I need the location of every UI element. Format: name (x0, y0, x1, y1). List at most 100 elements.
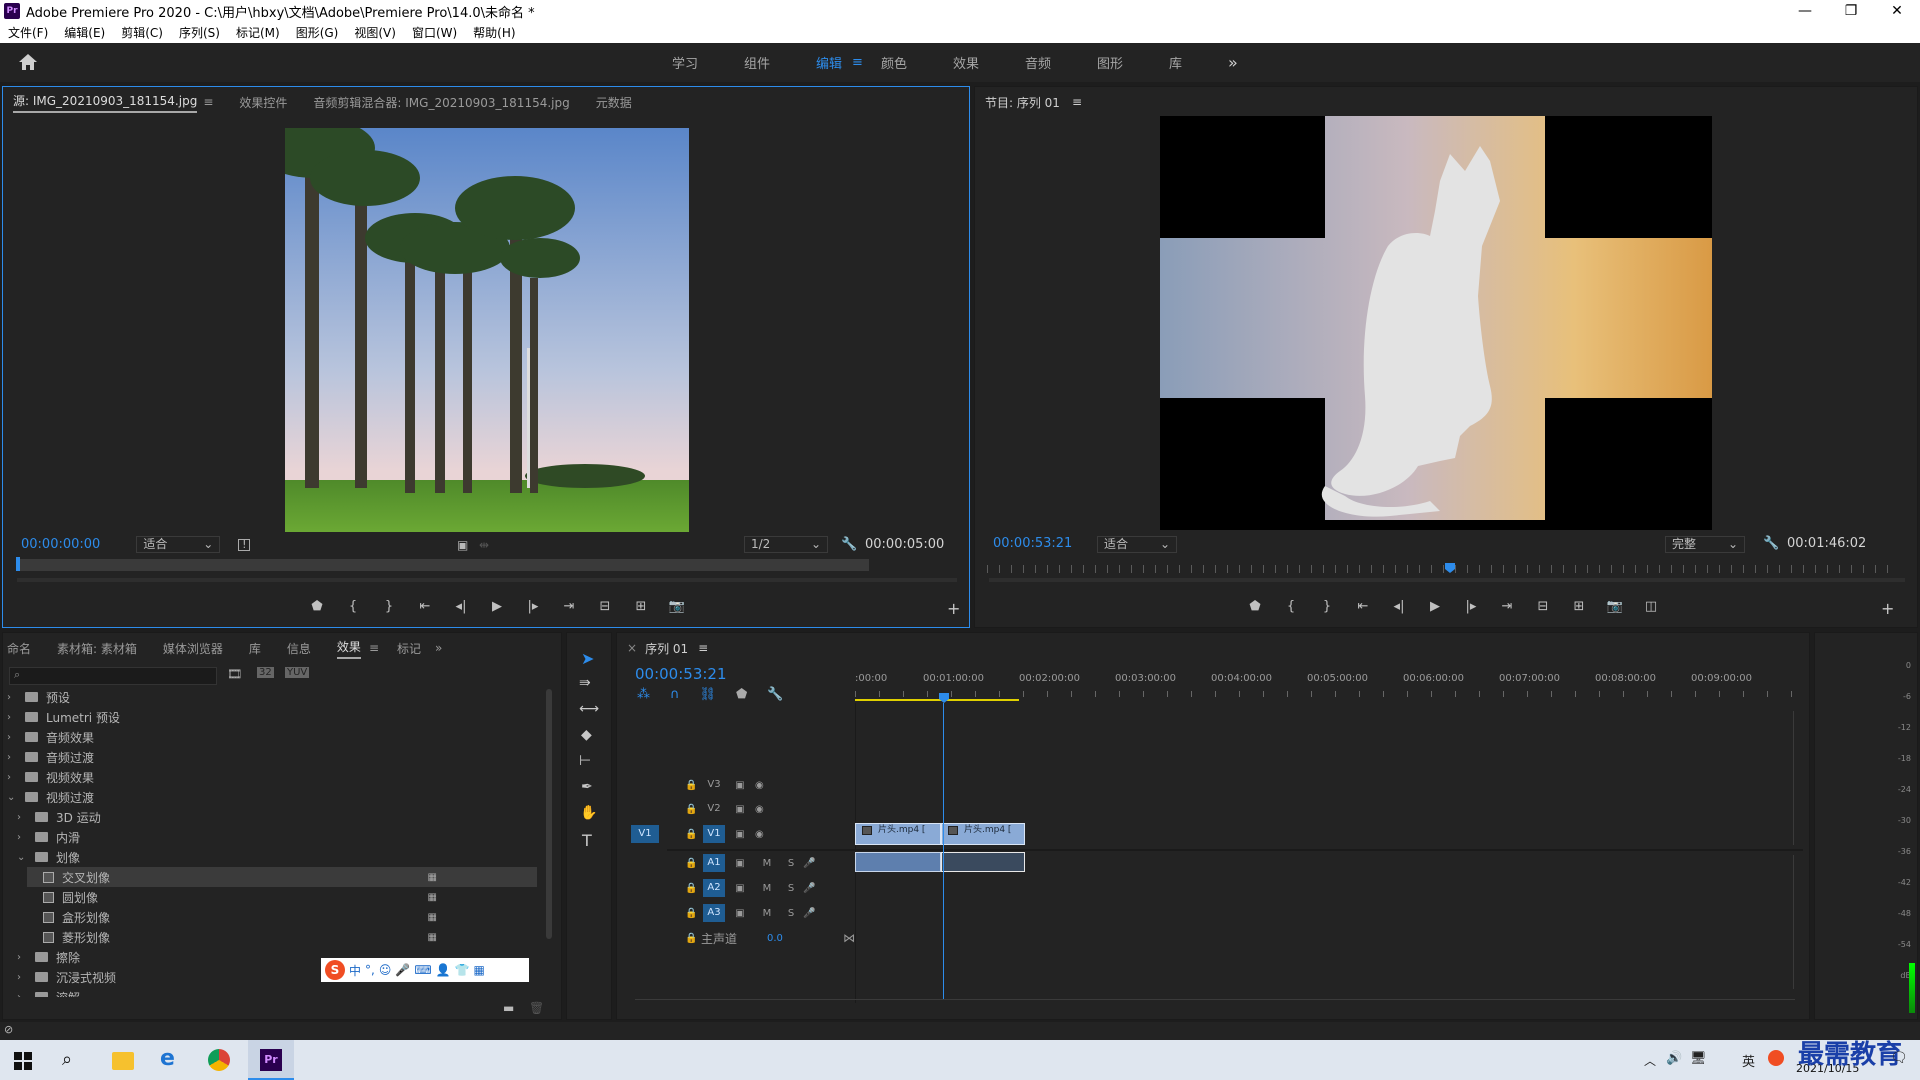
windows-start-icon[interactable] (14, 1052, 32, 1070)
ime-skin-icon[interactable]: 👕 (455, 963, 470, 977)
timeline-timecode[interactable]: 00:00:53:21 (635, 665, 727, 683)
chevron-down-icon[interactable]: ⌄ (17, 852, 29, 863)
tab-libraries[interactable]: 库 (249, 640, 261, 657)
delete-icon[interactable]: 🗑 (529, 1001, 544, 1015)
sync-icon[interactable]: ⇹ (479, 538, 489, 552)
source-zoom-dropdown[interactable]: 适合 ⌄ (136, 536, 221, 553)
file-explorer-icon[interactable] (112, 1052, 134, 1070)
notification-icon[interactable]: 🗨 (1890, 1050, 1908, 1066)
32bit-effects-icon[interactable]: 32 (257, 667, 274, 678)
tab-bin[interactable]: 素材箱: 素材箱 (57, 640, 137, 657)
ripple-edit-tool-icon[interactable]: ⟷ (579, 701, 599, 717)
program-zoom-dropdown[interactable]: 适合 ⌄ (1097, 536, 1177, 553)
effects-tree-item[interactable]: › 音频过渡 (7, 747, 537, 767)
yuv-effects-icon[interactable]: YUV (285, 667, 310, 678)
workspace-audio[interactable]: 音频 (1025, 53, 1051, 72)
tab-effects[interactable]: 效果 (336, 638, 361, 659)
effects-tree-item[interactable]: › 视频效果 (7, 767, 537, 787)
effects-tree-item[interactable]: 菱形划像 ▦ (27, 927, 537, 947)
program-go-to-out-icon[interactable]: ⇥ (1489, 599, 1525, 614)
clip-v1-1[interactable]: 片头.mp4 [ (855, 823, 941, 845)
play-icon[interactable]: ▶ (479, 599, 515, 614)
sync-lock-icon[interactable]: ▣ (725, 858, 755, 869)
mute-button[interactable]: M (755, 908, 779, 919)
clip-a1-1[interactable] (855, 852, 941, 872)
export-frame-icon[interactable]: 📷 (659, 599, 695, 614)
ime-keyboard-icon[interactable]: ⌨ (414, 963, 431, 977)
effects-tree-item[interactable]: › 音频效果 (7, 727, 537, 747)
lift-icon[interactable]: ⊟ (1525, 599, 1561, 614)
program-go-to-in-icon[interactable]: ⇤ (1345, 599, 1381, 614)
program-quality-dropdown[interactable]: 完整 ⌄ (1665, 536, 1745, 553)
insert-icon[interactable]: ⊟ (587, 599, 623, 614)
source-playhead[interactable] (16, 557, 20, 571)
track-select-tool-icon[interactable]: ⇛ (579, 675, 591, 691)
tab-media-browser[interactable]: 媒体浏览器 (163, 640, 223, 657)
ime-chinese-mode[interactable]: 中 (349, 962, 361, 979)
safe-margins-icon[interactable]: ! (238, 538, 251, 551)
tray-chevron-icon[interactable]: ︿ (1644, 1052, 1656, 1069)
tab-source[interactable]: 源: IMG_20210903_181154.jpg (13, 92, 198, 113)
source-timecode[interactable]: 00:00:00:00 (21, 537, 100, 552)
mute-button[interactable]: M (755, 858, 779, 869)
chevron-right-icon[interactable]: › (7, 772, 19, 783)
menu-clip[interactable]: 剪辑(C) (113, 24, 171, 41)
master-volume[interactable]: 0.0 (767, 933, 807, 944)
workspace-editing[interactable]: 编辑 (816, 53, 842, 72)
compare-view-icon[interactable]: ◫ (1633, 599, 1669, 614)
voice-over-icon[interactable]: 🎤 (803, 908, 823, 919)
frame-icon[interactable]: ▣ (457, 538, 468, 552)
timeline-v-scrollbar-audio[interactable] (1793, 855, 1799, 989)
minimize-button[interactable]: — (1782, 0, 1828, 22)
chevron-right-icon[interactable]: › (17, 952, 29, 963)
ime-punct-icon[interactable]: °, (365, 963, 375, 977)
status-icon[interactable]: ⊘ (4, 1023, 13, 1036)
linked-selection-icon[interactable]: ⛓ (700, 687, 717, 702)
effects-tree-item[interactable]: ⌄ 视频过渡 (7, 787, 537, 807)
track-label-v3[interactable]: V3 (703, 776, 725, 794)
master-menu-icon[interactable]: ⋈ (843, 931, 855, 945)
effects-tree-item[interactable]: 盒形划像 ▦ (27, 907, 537, 927)
close-sequence-icon[interactable]: × (627, 641, 637, 655)
ime-toolbox-icon[interactable]: ▦ (474, 963, 485, 977)
sync-lock-icon[interactable]: ▣ (725, 908, 755, 919)
overwrite-icon[interactable]: ⊞ (623, 599, 659, 614)
workspace-menu-icon[interactable]: ≡ (852, 55, 863, 70)
chevron-right-icon[interactable]: › (17, 972, 29, 983)
program-zoom-scroll[interactable] (989, 578, 1905, 582)
program-tab-menu-icon[interactable]: ≡ (1072, 95, 1082, 109)
workspace-assembly[interactable]: 组件 (744, 53, 770, 72)
settings-wrench-icon[interactable]: 🔧 (841, 537, 857, 552)
program-mark-out-icon[interactable]: } (1309, 599, 1345, 614)
source-scrub-bar[interactable] (17, 559, 869, 571)
work-area-bar[interactable] (855, 699, 1019, 701)
menu-sequence[interactable]: 序列(S) (171, 24, 228, 41)
effects-tree-item[interactable]: › 预设 (7, 687, 537, 707)
program-ruler[interactable] (987, 565, 1899, 573)
home-icon[interactable] (18, 53, 38, 71)
sync-lock-icon[interactable]: ▣ (725, 883, 755, 894)
ime-user-icon[interactable]: 👤 (436, 963, 451, 977)
track-label-v1[interactable]: V1 (703, 825, 725, 843)
button-editor-icon[interactable]: + (947, 599, 960, 618)
lock-icon[interactable]: 🔒 (685, 804, 703, 815)
chrome-icon[interactable] (208, 1049, 230, 1071)
timeline-v-scrollbar-video[interactable] (1793, 711, 1799, 845)
add-marker-icon[interactable]: ⬟ (299, 599, 335, 614)
sync-lock-icon[interactable]: ▣ (725, 804, 755, 815)
program-timecode[interactable]: 00:00:53:21 (993, 536, 1072, 551)
source-resolution-dropdown[interactable]: 1/2 ⌄ (744, 536, 828, 553)
step-forward-icon[interactable]: |▸ (515, 599, 551, 614)
tab-audio-clip-mixer[interactable]: 音频剪辑混合器: IMG_20210903_181154.jpg (313, 94, 569, 111)
menu-graphics[interactable]: 图形(G) (288, 24, 347, 41)
tab-markers[interactable]: 标记 (397, 640, 421, 657)
tab-effect-controls[interactable]: 效果控件 (239, 94, 287, 111)
lock-icon[interactable]: 🔒 (685, 858, 703, 869)
menu-file[interactable]: 文件(F) (0, 24, 56, 41)
tab-metadata[interactable]: 元数据 (596, 94, 632, 111)
tab-program[interactable]: 节目: 序列 01 (985, 94, 1060, 111)
effects-scrollbar[interactable] (546, 689, 552, 939)
go-to-out-icon[interactable]: ⇥ (551, 599, 587, 614)
premiere-taskbar-icon[interactable]: Pr (248, 1040, 294, 1080)
extract-icon[interactable]: ⊞ (1561, 599, 1597, 614)
